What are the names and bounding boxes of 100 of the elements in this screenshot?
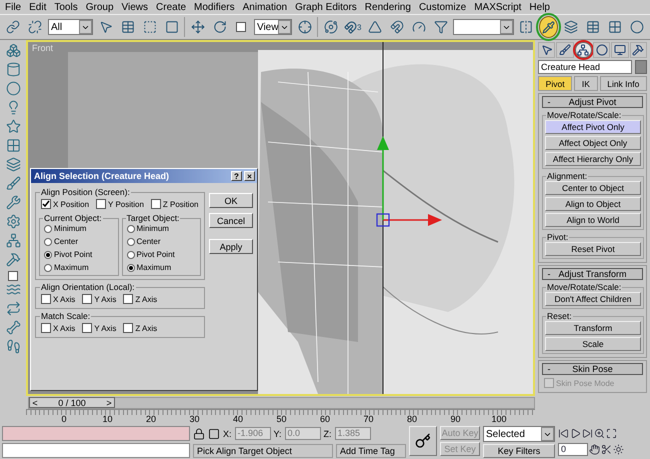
wrench-icon[interactable] xyxy=(6,195,20,210)
reference-coordinate-dropdown[interactable]: View xyxy=(254,19,292,35)
menu-item[interactable]: Views xyxy=(118,0,154,14)
time-tag-button[interactable]: Add Time Tag xyxy=(336,444,406,458)
radio-button[interactable] xyxy=(44,238,52,246)
panel-tab[interactable]: Link Info xyxy=(600,76,648,91)
panel-tab[interactable]: IK xyxy=(574,76,598,91)
zoom-extents-icon[interactable] xyxy=(606,428,617,438)
radio-button[interactable] xyxy=(44,224,52,232)
align-button[interactable] xyxy=(538,16,558,38)
panel-button[interactable]: Don't Affect Children xyxy=(545,292,641,306)
radio-button[interactable] xyxy=(126,224,134,232)
menu-item[interactable]: Help xyxy=(526,0,555,14)
panel-button[interactable]: Scale xyxy=(545,337,641,351)
move-icon[interactable] xyxy=(190,20,205,34)
hammer-icon[interactable] xyxy=(6,252,20,267)
named-selection-dropdown[interactable] xyxy=(453,19,514,35)
time-slider[interactable]: < 0 / 100 > xyxy=(28,396,535,408)
panel-button[interactable]: Center to Object xyxy=(545,181,641,195)
panel-button[interactable]: Align to World xyxy=(545,213,641,227)
play-icon[interactable] xyxy=(570,428,581,438)
command-tab[interactable] xyxy=(630,42,647,58)
help-button[interactable]: ? xyxy=(231,171,242,181)
footprints-icon[interactable] xyxy=(6,339,20,354)
checkbox[interactable] xyxy=(41,199,51,209)
menu-item[interactable]: Tools xyxy=(51,0,83,14)
lock-icon[interactable] xyxy=(193,428,205,440)
menu-item[interactable]: MAXScript xyxy=(471,0,526,14)
dialog-button[interactable]: OK xyxy=(209,193,253,208)
radio-button[interactable] xyxy=(126,250,134,258)
region-select-icon[interactable] xyxy=(142,20,157,34)
command-tab[interactable] xyxy=(592,42,610,58)
close-button[interactable]: × xyxy=(244,171,255,181)
grid-icon[interactable] xyxy=(6,138,20,153)
checkbox[interactable] xyxy=(82,294,92,304)
go-to-start-icon[interactable] xyxy=(558,428,569,438)
rollout-header[interactable]: - Adjust Pivot xyxy=(542,96,643,108)
menu-item[interactable]: Customize xyxy=(416,0,472,14)
command-tab[interactable] xyxy=(574,42,592,58)
panel-button[interactable]: Transform xyxy=(545,321,641,335)
maxscript-output-field[interactable] xyxy=(2,443,190,458)
key-mode-dropdown[interactable]: Selected xyxy=(483,426,555,442)
panel-tab[interactable]: Pivot xyxy=(538,76,572,91)
set-keys-button[interactable] xyxy=(409,426,437,456)
radio-button[interactable] xyxy=(44,264,52,272)
layers-icon[interactable] xyxy=(564,20,578,34)
current-frame-field[interactable]: 0 xyxy=(558,442,588,456)
cylinder-icon[interactable] xyxy=(6,62,20,77)
checkbox[interactable] xyxy=(123,294,134,304)
star-icon[interactable] xyxy=(6,119,20,134)
dialog-button[interactable]: Apply xyxy=(209,239,253,254)
menu-item[interactable]: Graph Editors xyxy=(292,0,362,14)
gear-icon[interactable] xyxy=(6,214,20,229)
menu-item[interactable]: Group xyxy=(82,0,119,14)
command-tab[interactable] xyxy=(556,42,574,58)
time-slider-thumb[interactable]: < 0 / 100 > xyxy=(29,397,115,408)
go-to-end-icon[interactable] xyxy=(582,428,593,438)
radio-button[interactable] xyxy=(44,250,52,258)
brush-icon[interactable] xyxy=(6,176,20,191)
menu-item[interactable]: Rendering xyxy=(362,0,416,14)
checkbox[interactable] xyxy=(41,323,51,333)
command-tab[interactable] xyxy=(538,42,556,58)
panel-button[interactable]: Affect Hierarchy Only xyxy=(545,152,641,166)
rollout-header[interactable]: - Skin Pose xyxy=(542,363,643,375)
checkbox[interactable] xyxy=(123,323,134,333)
bone-icon[interactable] xyxy=(6,320,20,335)
boxes-icon[interactable] xyxy=(6,43,20,58)
panel-button[interactable]: Align to Object xyxy=(545,197,641,211)
color-swatch[interactable] xyxy=(635,60,647,74)
timeline-ruler[interactable]: 0 10 20 30 40 50 60 70 80 90 100 xyxy=(26,409,535,425)
network-icon[interactable] xyxy=(6,233,20,248)
menu-item[interactable]: Edit xyxy=(26,0,52,14)
checkbox[interactable] xyxy=(150,199,161,209)
checkbox[interactable] xyxy=(82,323,92,333)
object-name-field[interactable]: Creature Head xyxy=(538,60,632,74)
dialog-button[interactable]: Cancel xyxy=(209,213,253,228)
checkbox[interactable] xyxy=(96,199,106,209)
checkbox[interactable] xyxy=(41,294,51,304)
layers-icon[interactable] xyxy=(6,157,20,172)
panel-button[interactable]: Affect Object Only xyxy=(545,136,641,150)
rollout-header[interactable]: - Adjust Transform xyxy=(542,268,643,280)
menu-item[interactable]: Animation xyxy=(240,0,292,14)
zoom-icon[interactable] xyxy=(594,428,605,438)
sphere-icon[interactable] xyxy=(6,81,20,96)
rotate-icon[interactable] xyxy=(212,20,226,34)
loop-icon[interactable] xyxy=(6,301,20,316)
unlink-icon[interactable] xyxy=(28,20,42,34)
maxscript-listener-field[interactable] xyxy=(2,426,190,441)
pan-icon[interactable] xyxy=(589,444,600,454)
key-filters-button[interactable]: Key Filters xyxy=(483,444,555,458)
command-tab[interactable] xyxy=(611,42,629,58)
panel-button[interactable]: Affect Pivot Only xyxy=(545,120,641,134)
previous-frame-arrow[interactable]: < xyxy=(30,398,40,408)
menu-item[interactable]: File xyxy=(2,0,26,14)
radio-button[interactable] xyxy=(126,264,134,272)
selection-filter-dropdown[interactable]: All xyxy=(48,19,94,35)
link-icon[interactable] xyxy=(6,20,20,34)
snap-toggle-button[interactable]: 3 xyxy=(343,16,362,38)
menu-item[interactable]: Create xyxy=(153,0,192,14)
select-arrow-icon[interactable] xyxy=(98,20,113,34)
